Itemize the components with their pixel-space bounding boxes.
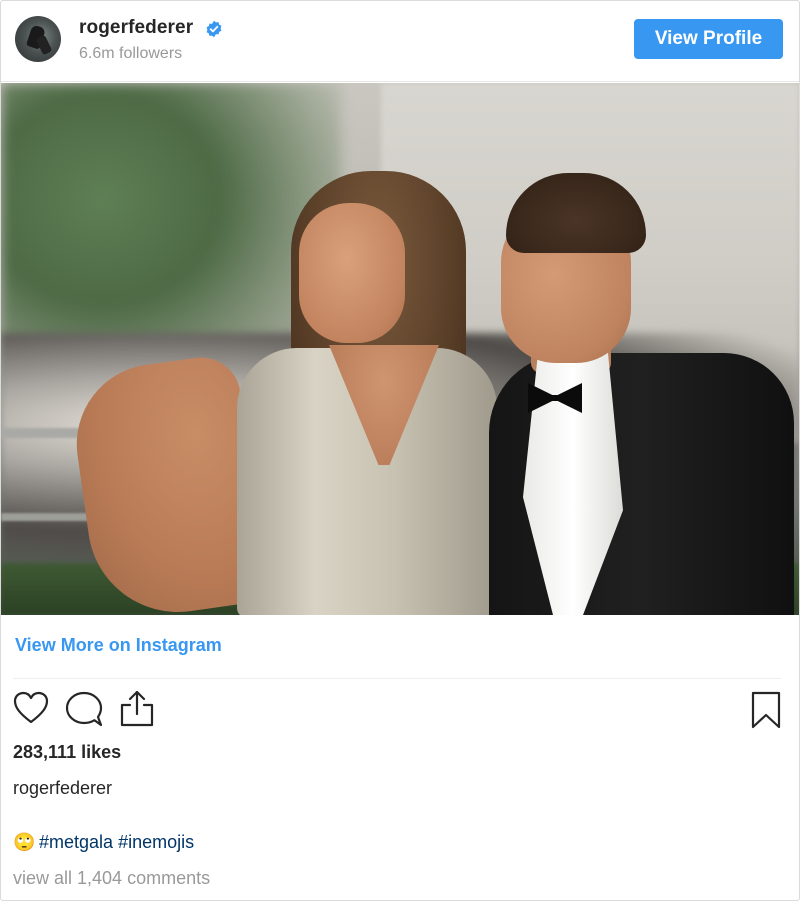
bookmark-icon[interactable] xyxy=(750,691,782,729)
heart-icon[interactable] xyxy=(13,691,49,725)
rolling-eyes-emoji-icon: 🙄 xyxy=(13,832,36,852)
verified-badge-icon xyxy=(206,20,222,38)
instagram-embed-card: rogerfederer 6.6m followers View Profile… xyxy=(0,0,800,901)
divider xyxy=(13,678,781,679)
comment-icon[interactable] xyxy=(65,691,103,727)
follower-count: 6.6m followers xyxy=(79,45,183,62)
avatar[interactable] xyxy=(15,16,61,62)
caption-username[interactable]: rogerfederer xyxy=(13,778,112,799)
hashtag-link[interactable]: #metgala xyxy=(39,832,113,852)
caption-text: 🙄 #metgala #inemojis xyxy=(13,832,194,853)
username[interactable]: rogerfederer xyxy=(79,17,193,39)
like-count[interactable]: 283,111 likes xyxy=(13,742,121,763)
view-comments-link[interactable]: view all 1,404 comments xyxy=(13,868,210,889)
view-profile-button[interactable]: View Profile xyxy=(634,19,783,59)
share-icon[interactable] xyxy=(119,689,155,727)
post-image[interactable] xyxy=(1,83,799,615)
view-more-link[interactable]: View More on Instagram xyxy=(15,635,222,656)
hashtag-link[interactable]: #inemojis xyxy=(118,832,194,852)
post-header: rogerfederer 6.6m followers View Profile xyxy=(1,1,799,82)
